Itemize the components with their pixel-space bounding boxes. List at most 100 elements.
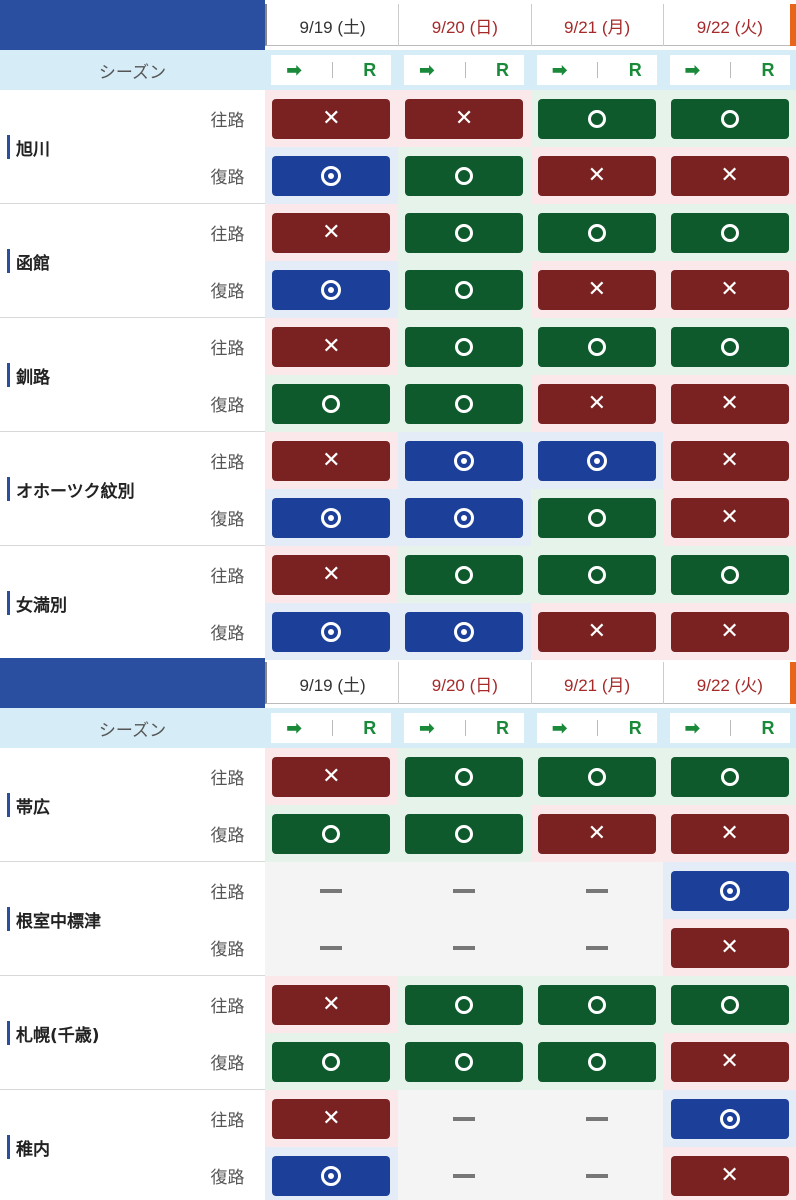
seat-cell — [663, 204, 796, 261]
seat-status-button[interactable] — [537, 212, 656, 253]
seat-status-button[interactable]: ✕ — [537, 155, 656, 196]
seat-cell: ✕ — [530, 147, 664, 204]
date-column-header[interactable]: 9/19 (土) — [267, 662, 400, 704]
seat-cell: ✕ — [530, 805, 664, 862]
seat-status-button[interactable] — [272, 1041, 391, 1082]
seat-status-button[interactable] — [405, 756, 524, 797]
divider — [464, 720, 466, 736]
date-column-header[interactable]: 9/22 (火) — [664, 662, 796, 704]
unavailable-dash-icon — [585, 945, 608, 950]
seat-status-button[interactable] — [537, 1041, 656, 1082]
seat-status-button[interactable]: ✕ — [537, 611, 656, 652]
seat-status-button[interactable]: ✕ — [670, 269, 789, 310]
seat-status-button[interactable] — [405, 497, 524, 538]
seat-cell — [530, 1033, 664, 1090]
return-label: 復路 — [210, 624, 245, 644]
seat-status-button[interactable] — [272, 497, 391, 538]
cross-icon: ✕ — [720, 1049, 739, 1074]
seat-status-button[interactable]: ✕ — [272, 1098, 391, 1139]
seat-status-button[interactable]: ✕ — [670, 497, 789, 538]
seat-status-button[interactable]: ✕ — [670, 1041, 789, 1082]
double-circle-icon — [454, 507, 475, 528]
seat-status-button[interactable] — [272, 383, 391, 424]
seat-status-button[interactable] — [537, 554, 656, 595]
seat-status-button[interactable]: ✕ — [537, 269, 656, 310]
seat-status-button[interactable] — [405, 212, 524, 253]
seat-status-button[interactable]: ✕ — [670, 611, 789, 652]
seat-status-button[interactable] — [405, 984, 524, 1025]
seat-status-button[interactable] — [272, 611, 391, 652]
seat-status-button[interactable]: ✕ — [670, 383, 789, 424]
circle-icon — [455, 565, 474, 584]
seat-status-button[interactable] — [670, 326, 789, 367]
outbound-label: 往路 — [210, 769, 245, 789]
seat-status-button[interactable]: ✕ — [670, 813, 789, 854]
seat-status-button[interactable]: ✕ — [272, 554, 391, 595]
circle-icon — [322, 1052, 341, 1071]
seat-status-button[interactable] — [537, 326, 656, 367]
return-cells: ✕ ✕ — [265, 261, 796, 318]
seat-status-button[interactable]: ✕ — [272, 984, 391, 1025]
seat-status-button[interactable] — [670, 98, 789, 139]
seat-status-button[interactable] — [405, 326, 524, 367]
seat-status-button[interactable]: ✕ — [670, 927, 789, 968]
date-column-header[interactable]: 9/22 (火) — [664, 4, 796, 46]
seat-cell — [265, 147, 398, 204]
seat-status-button[interactable] — [405, 1041, 524, 1082]
return-cells: ✕ ✕ — [265, 805, 796, 862]
unavailable-dash-icon — [585, 888, 608, 893]
seat-status-button[interactable]: ✕ — [537, 813, 656, 854]
seat-status-button[interactable] — [272, 813, 391, 854]
seat-status-button[interactable] — [405, 269, 524, 310]
circle-icon — [587, 508, 606, 527]
seat-status-button[interactable] — [405, 383, 524, 424]
date-column-header[interactable]: 9/21 (月) — [532, 4, 664, 46]
seat-status-button[interactable]: ✕ — [670, 155, 789, 196]
divider — [730, 62, 732, 78]
seat-status-button[interactable] — [670, 212, 789, 253]
cross-icon: ✕ — [720, 821, 739, 846]
seat-status-button[interactable]: ✕ — [272, 98, 391, 139]
date-column-header[interactable]: 9/20 (日) — [399, 4, 532, 46]
circle-icon — [587, 109, 606, 128]
date-column-header[interactable]: 9/19 (土) — [267, 4, 400, 46]
seat-status-button[interactable] — [670, 554, 789, 595]
header-corner — [0, 0, 265, 50]
scroll-next-tab[interactable] — [790, 4, 796, 46]
seat-status-button[interactable] — [405, 440, 524, 481]
seat-cell — [265, 919, 398, 976]
seat-status-button[interactable] — [537, 440, 656, 481]
seat-status-button[interactable]: ✕ — [272, 756, 391, 797]
seat-status-button[interactable] — [670, 984, 789, 1025]
seat-status-button[interactable] — [405, 813, 524, 854]
seat-status-button[interactable] — [537, 497, 656, 538]
seat-status-button[interactable]: ✕ — [537, 383, 656, 424]
seat-status-button[interactable]: ✕ — [670, 1155, 789, 1196]
return-label: 復路 — [210, 282, 245, 302]
seat-status-button[interactable] — [405, 554, 524, 595]
seat-status-button[interactable]: ✕ — [272, 326, 391, 367]
seat-status-button[interactable] — [405, 155, 524, 196]
seat-status-button[interactable]: ✕ — [405, 98, 524, 139]
seat-status-button[interactable] — [272, 269, 391, 310]
date-column-header[interactable]: 9/20 (日) — [399, 662, 532, 704]
seat-status-button[interactable] — [670, 756, 789, 797]
season-cell: ➡ R — [531, 708, 664, 748]
seat-status-button[interactable] — [405, 611, 524, 652]
date-column-header[interactable]: 9/21 (月) — [532, 662, 664, 704]
season-box: ➡ R — [404, 713, 525, 743]
seat-status-button[interactable] — [537, 984, 656, 1025]
cross-icon: ✕ — [322, 992, 341, 1017]
seat-status-button[interactable] — [537, 756, 656, 797]
cross-icon: ✕ — [322, 106, 341, 131]
seat-status-button[interactable]: ✕ — [272, 440, 391, 481]
seat-status-button[interactable]: ✕ — [272, 212, 391, 253]
double-circle-icon — [454, 450, 475, 471]
seat-status-button[interactable] — [272, 155, 391, 196]
seat-status-button[interactable]: ✕ — [670, 440, 789, 481]
seat-status-button[interactable] — [670, 870, 789, 911]
scroll-next-tab[interactable] — [790, 662, 796, 704]
seat-status-button[interactable] — [670, 1098, 789, 1139]
seat-status-button[interactable] — [537, 98, 656, 139]
seat-status-button[interactable] — [272, 1155, 391, 1196]
